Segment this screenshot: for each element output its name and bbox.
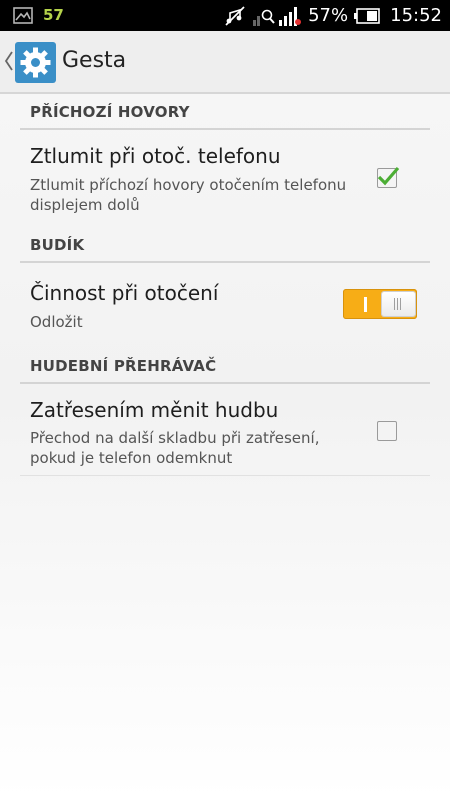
section-divider <box>20 261 430 263</box>
status-bar: 57 57% 15:52 <box>0 0 450 31</box>
toggle-knob[interactable] <box>382 292 415 316</box>
back-chevron-icon[interactable] <box>4 50 14 72</box>
setting-title: Zatřesením měnit hudbu <box>30 398 279 422</box>
status-bar-left: 57 <box>13 6 64 24</box>
setting-summary: Ztlumit příchozí hovory otočením telefon… <box>30 176 347 214</box>
setting-summary: Přechod na další skladbu při zatřesení, … <box>30 429 320 467</box>
signal-search-icon <box>253 9 275 26</box>
gear-icon <box>20 47 51 78</box>
section-header-incoming-calls: PŘÍCHOZÍ HOVORY <box>30 103 190 121</box>
mute-on-flip-checkbox[interactable] <box>377 166 400 188</box>
gallery-icon <box>13 6 33 24</box>
page-title: Gesta <box>62 48 127 73</box>
list-divider <box>20 475 430 476</box>
section-divider <box>20 128 430 130</box>
settings-gear-icon[interactable] <box>15 42 56 83</box>
battery-icon <box>354 8 380 24</box>
status-bar-right: 57% 15:52 <box>224 5 442 27</box>
section-divider <box>20 382 430 384</box>
grip-line <box>397 298 398 310</box>
setting-summary: Odložit <box>30 313 83 331</box>
setting-title: Činnost při otočení <box>30 281 219 305</box>
clock: 15:52 <box>390 5 442 26</box>
action-bar: Gesta <box>0 31 450 94</box>
battery-percent: 57% <box>308 5 349 26</box>
signal-strength-icon <box>279 7 302 26</box>
section-header-alarm: BUDÍK <box>30 236 85 254</box>
setting-title: Ztlumit při otoč. telefonu <box>30 144 281 168</box>
grip-line <box>400 298 401 310</box>
section-header-music-player: HUDEBNÍ PŘEHRÁVAČ <box>30 357 217 375</box>
grip-line <box>394 298 395 310</box>
shake-change-music-checkbox[interactable] <box>377 421 397 441</box>
toggle-on-indicator <box>364 297 367 312</box>
notification-count: 57 <box>43 6 64 24</box>
flip-action-toggle[interactable] <box>343 289 417 319</box>
checkmark-icon <box>377 166 400 186</box>
mute-icon <box>225 6 245 26</box>
